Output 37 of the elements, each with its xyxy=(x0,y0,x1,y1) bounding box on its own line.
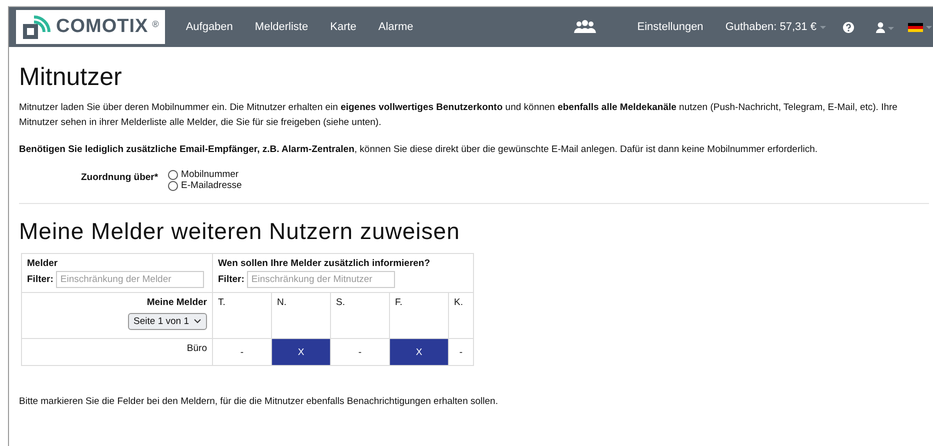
filter-field[interactable]: Einschränkung der Melder xyxy=(56,271,204,288)
note-text: Benötigen Sie lediglich zusätzliche Email-Empfänger, z.B. Alarm-Zentralen, können Sie diese direkt über die gewünschte E-Mail anlegen. Dafür ist dann keine Mobilnummer erforderlich. xyxy=(19,143,818,157)
section-title: Meine Melder weiteren Nutzern zuweisen xyxy=(19,218,461,245)
nav-link[interactable]: Aufgaben xyxy=(174,21,244,33)
column-header: K. xyxy=(448,292,474,338)
radio-option[interactable]: Mobilnummer xyxy=(168,169,242,180)
german-flag-icon[interactable] xyxy=(908,22,932,32)
user-icon[interactable] xyxy=(876,22,894,32)
users-icon[interactable] xyxy=(574,20,596,34)
settings-link[interactable]: Einstellungen xyxy=(626,21,714,33)
field-label: Zuordnung über* xyxy=(81,171,158,185)
column-header: Wen sollen Ihre Melder zusätzlich informieren? xyxy=(218,258,432,269)
chevron-down-icon xyxy=(194,319,201,324)
filter-field[interactable]: Einschränkung der Mitnutzer xyxy=(247,271,396,288)
nav-link[interactable]: Melderliste xyxy=(244,21,320,33)
intro-text: Mitnutzer laden Sie über deren Mobilnummer ein. Die Mitnutzer erhalten ein eigenes vollwertiges Benutzerkonto und können ebenfalls alle Meldekanäle nutzen (Push-Nachricht, Telegram, E-Mail, etc). Ihre Mitnutzer sehen in ihrer Melderliste alle Melder, die Sie für sie freigeben (siehe unten). xyxy=(19,101,898,130)
toggle-cell[interactable]: X xyxy=(390,338,448,366)
toggle-cell[interactable]: - xyxy=(448,338,474,366)
page-select[interactable]: Seite 1 von 1 xyxy=(128,313,207,330)
radio-option[interactable]: E-Mailadresse xyxy=(168,180,242,191)
page-title: Mitnutzer xyxy=(19,63,123,92)
nav-link[interactable]: Alarme xyxy=(367,21,424,33)
filter-label: Filter: xyxy=(27,274,54,285)
nav-link[interactable]: Karte xyxy=(319,21,368,33)
filter-label: Filter: xyxy=(218,274,244,285)
hint-text: Bitte markieren Sie die Felder bei den Meldern, für die die Mitnutzer ebenfalls Benachrichtigungen erhalten sollen. xyxy=(19,396,499,407)
registered-mark: ® xyxy=(152,19,159,29)
balance-dropdown[interactable]: Guthaben: 57,31 € xyxy=(714,21,838,33)
logo-icon xyxy=(22,14,52,40)
row-header: Meine Melder xyxy=(146,297,207,308)
help-icon[interactable] xyxy=(843,22,854,32)
column-header: S. xyxy=(330,292,390,338)
toggle-cell[interactable]: X xyxy=(272,338,330,366)
logo-text: COMOTIX xyxy=(56,16,148,38)
table-cell: Büro xyxy=(22,338,212,366)
column-header: T. xyxy=(212,292,272,338)
column-header: Melder xyxy=(27,258,59,269)
